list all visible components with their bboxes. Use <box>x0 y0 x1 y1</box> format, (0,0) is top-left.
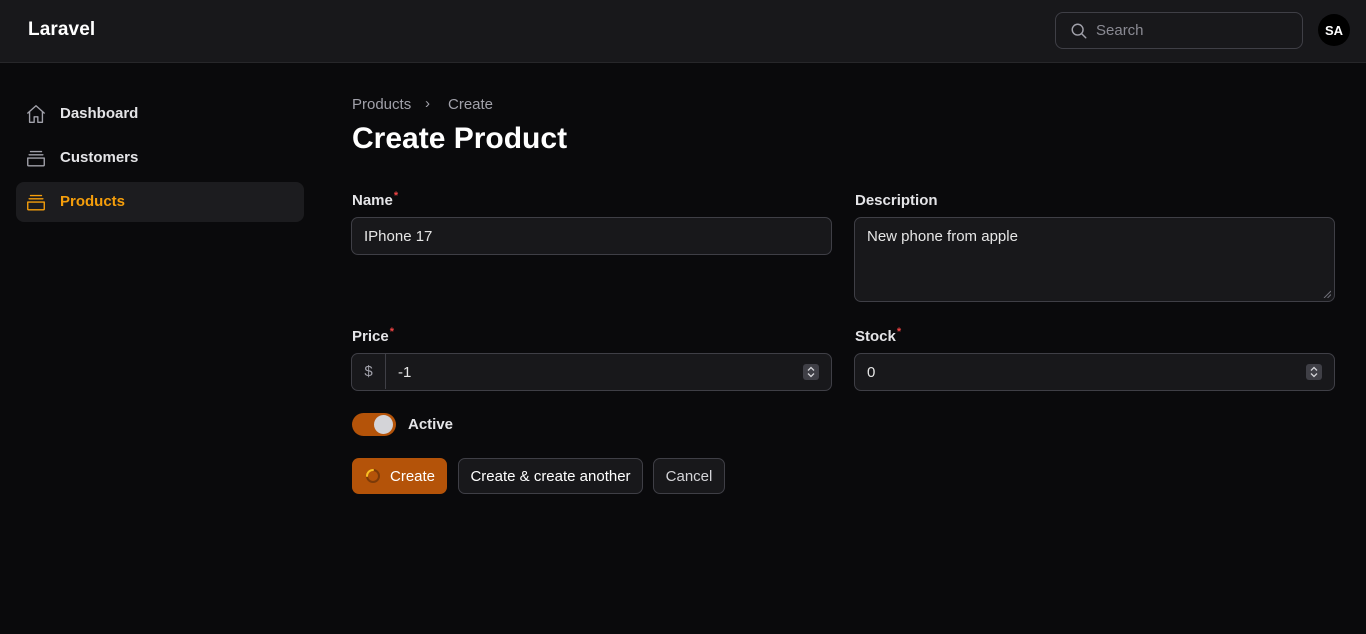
page-title: Create Product <box>352 122 568 155</box>
required-marker: * <box>393 190 399 202</box>
sidebar-item-dashboard[interactable]: Dashboard <box>16 94 304 134</box>
price-label: Price* <box>352 326 394 345</box>
toggle-knob <box>374 415 393 434</box>
brand-logo[interactable]: Laravel <box>28 19 95 41</box>
search-box[interactable] <box>1055 12 1303 49</box>
description-label-text: Description <box>855 192 938 209</box>
resize-handle-icon[interactable] <box>1323 290 1331 298</box>
home-icon <box>27 105 45 123</box>
name-field[interactable]: IPhone 17 <box>351 217 832 255</box>
create-another-button[interactable]: Create & create another <box>458 458 643 494</box>
active-label: Active <box>408 416 454 433</box>
stock-label: Stock* <box>855 326 902 345</box>
active-toggle[interactable] <box>352 413 396 436</box>
top-bar: Laravel SA <box>0 0 1366 63</box>
stack-icon <box>27 194 45 211</box>
sidebar-item-products[interactable]: Products <box>16 182 304 222</box>
description-label: Description <box>855 192 938 209</box>
price-label-text: Price <box>352 328 389 345</box>
sidebar-item-label: Customers <box>60 149 139 166</box>
loading-spinner-icon <box>366 469 380 483</box>
search-icon <box>1071 23 1087 39</box>
required-marker: * <box>896 326 902 338</box>
price-value: -1 <box>398 364 412 381</box>
name-label-text: Name <box>352 192 393 209</box>
create-button-label: Create <box>390 468 436 485</box>
price-field[interactable]: $ -1 <box>351 353 832 391</box>
cancel-button[interactable]: Cancel <box>653 458 725 494</box>
stock-label-text: Stock <box>855 328 896 345</box>
chevron-right-icon: › <box>425 95 430 112</box>
number-stepper-icon[interactable] <box>803 364 819 380</box>
stack-icon <box>27 150 45 167</box>
sidebar-item-label: Dashboard <box>60 105 139 122</box>
description-textarea[interactable]: New phone from apple <box>854 217 1335 302</box>
description-value: New phone from apple <box>867 228 1018 245</box>
number-stepper-icon[interactable] <box>1306 364 1322 380</box>
name-value: IPhone 17 <box>364 228 433 245</box>
name-label: Name* <box>352 190 399 209</box>
currency-prefix: $ <box>352 354 386 389</box>
sidebar-item-label: Products <box>60 193 126 210</box>
search-input[interactable] <box>1096 13 1296 48</box>
breadcrumb-link-products[interactable]: Products <box>352 96 411 113</box>
sidebar-item-customers[interactable]: Customers <box>16 138 304 178</box>
user-avatar[interactable]: SA <box>1318 14 1350 46</box>
create-button[interactable]: Create <box>352 458 447 494</box>
breadcrumb-current: Create <box>448 96 494 113</box>
stock-value: 0 <box>867 364 876 381</box>
required-marker: * <box>389 326 394 338</box>
stock-field[interactable]: 0 <box>854 353 1335 391</box>
